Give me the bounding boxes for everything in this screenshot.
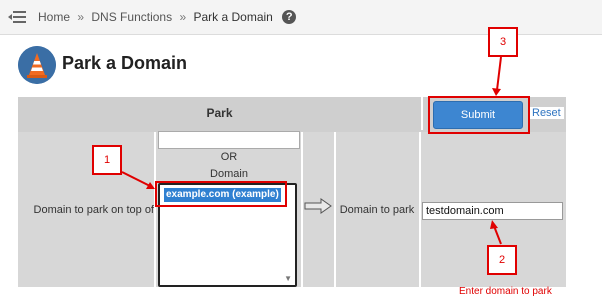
annotation-arrows xyxy=(121,56,502,245)
